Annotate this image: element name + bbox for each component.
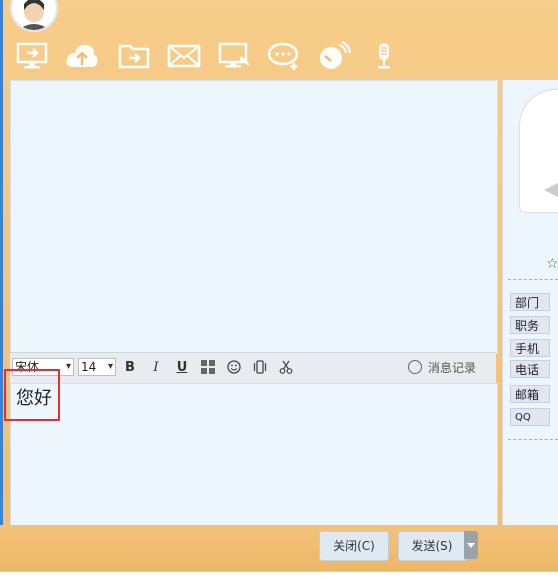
message-history-label: 消息记录 [427, 361, 476, 375]
divider [508, 439, 558, 440]
upload-cloud-icon[interactable] [62, 36, 102, 76]
message-history-button[interactable]: 消息记录 [407, 359, 476, 376]
contact-photo [520, 90, 558, 212]
field-mobile: 手机 [510, 339, 550, 357]
message-input[interactable] [10, 383, 498, 527]
field-title: 职务 [510, 316, 550, 334]
italic-button[interactable]: I [148, 360, 164, 376]
emoji-icon[interactable] [226, 360, 242, 376]
bold-button[interactable]: B [122, 360, 138, 376]
message-history-pane[interactable] [10, 80, 498, 354]
font-size-select[interactable]: 14 ▾ [78, 358, 116, 376]
field-email: 邮箱 [510, 385, 550, 403]
format-toolbar: 宋体 ▾ 14 ▾ B I U 消息记录 [10, 352, 496, 384]
chevron-down-icon: ▾ [65, 361, 71, 372]
remote-screen-icon[interactable] [214, 36, 254, 76]
grid-icon[interactable] [200, 360, 216, 376]
microphone-icon[interactable] [364, 36, 404, 76]
window-bottom-edge [0, 571, 558, 577]
scissors-icon[interactable] [278, 360, 294, 376]
close-button[interactable]: 关闭(C) [319, 531, 389, 561]
chevron-down-icon: ▾ [107, 361, 113, 372]
send-button[interactable]: 发送(S) [398, 531, 466, 561]
send-options-dropdown[interactable] [464, 531, 478, 559]
mail-icon[interactable] [164, 36, 204, 76]
star-icon[interactable]: ☆ [546, 256, 558, 272]
chat-add-icon[interactable] [264, 36, 304, 76]
clock-icon [407, 360, 422, 374]
screen-share-icon[interactable] [12, 36, 52, 76]
divider [508, 279, 558, 280]
vibrate-icon[interactable] [252, 360, 268, 376]
font-size-value: 14 [81, 360, 97, 374]
field-phone: 电话 [510, 360, 550, 378]
whiteboard-icon[interactable] [314, 36, 354, 76]
field-qq: QQ [510, 408, 550, 426]
folder-transfer-icon[interactable] [114, 36, 154, 76]
field-department: 部门 [510, 293, 550, 311]
left-edge [0, 0, 3, 576]
highlight-box [4, 369, 60, 421]
underline-button[interactable]: U [174, 360, 190, 376]
